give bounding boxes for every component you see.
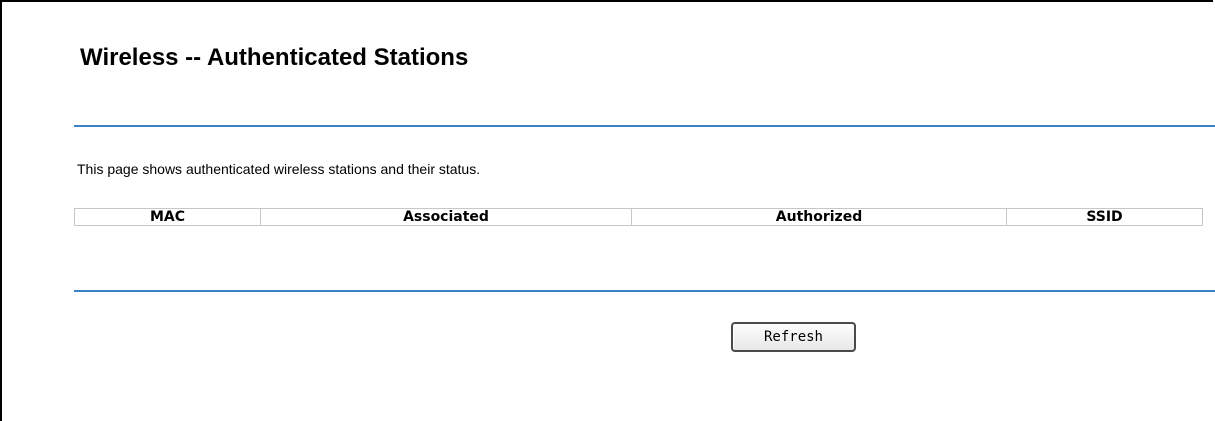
column-header-mac: MAC [74, 208, 261, 226]
column-header-authorized: Authorized [631, 208, 1007, 226]
column-header-associated: Associated [260, 208, 632, 226]
stations-table-body [75, 226, 1203, 246]
page-description: This page shows authenticated wireless s… [77, 161, 481, 177]
refresh-button[interactable]: Refresh [731, 322, 856, 352]
divider-top [74, 125, 1215, 127]
page-title: Wireless -- Authenticated Stations [80, 44, 469, 71]
table-header-row: MAC Associated Authorized SSID [74, 208, 1203, 226]
column-header-ssid: SSID [1006, 208, 1203, 226]
divider-bottom [74, 290, 1215, 292]
stations-table: MAC Associated Authorized SSID [74, 208, 1203, 246]
